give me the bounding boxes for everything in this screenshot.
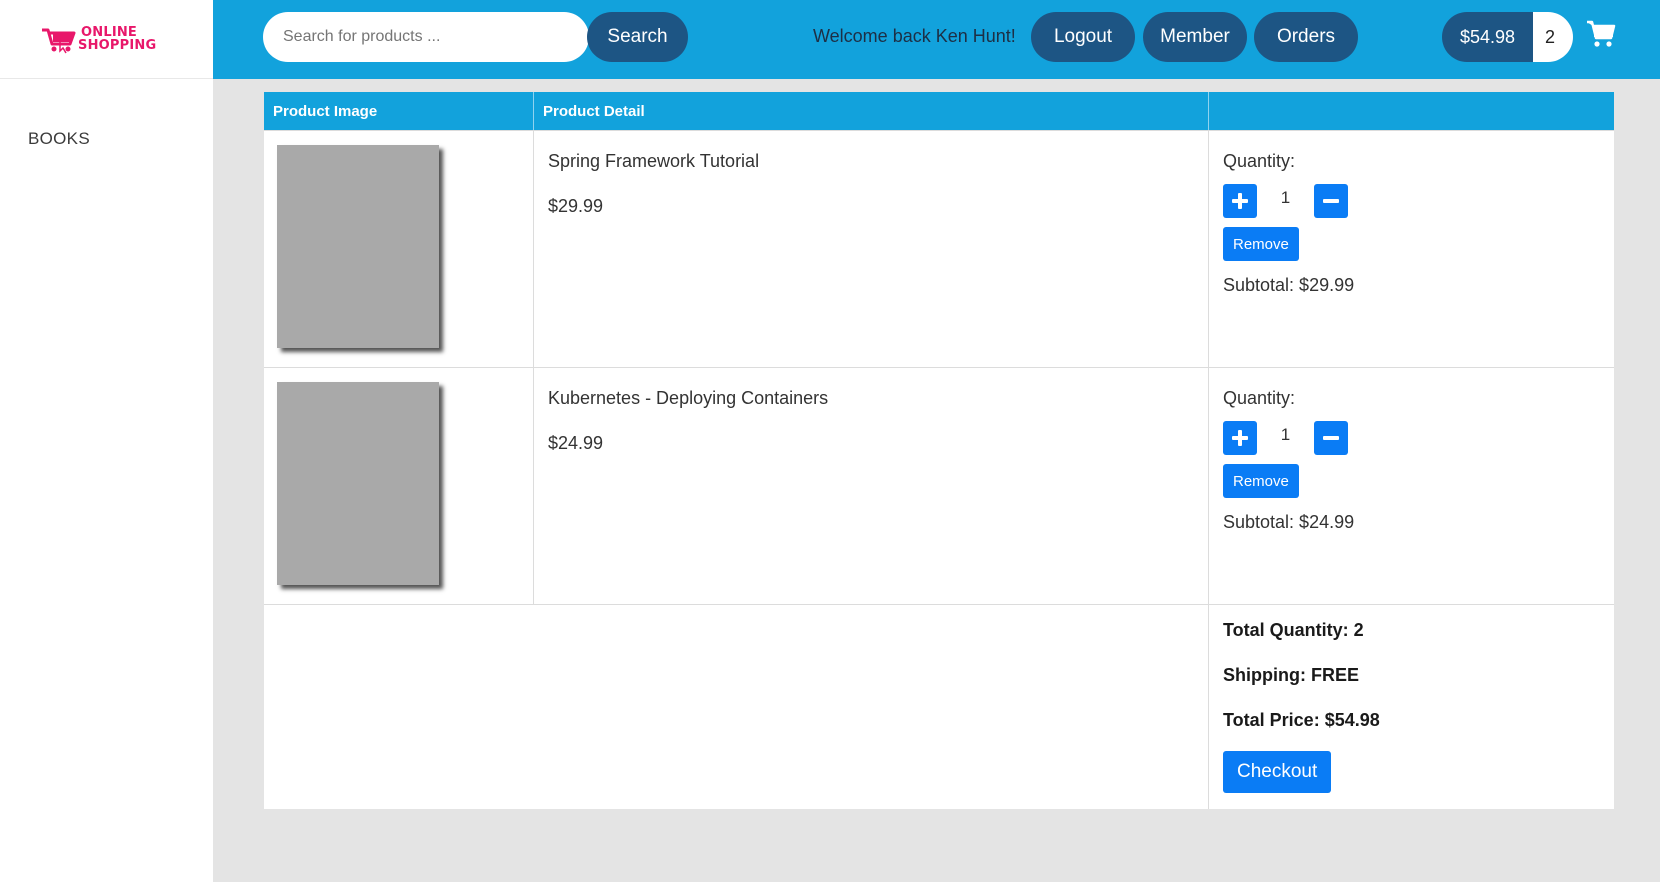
total-price: Total Price: $54.98 (1223, 710, 1380, 730)
quantity-stepper: 1 (1223, 184, 1614, 218)
quantity-label: Quantity: (1223, 388, 1296, 408)
product-price: $24.99 (548, 433, 604, 453)
quantity-value: 1 (1280, 425, 1291, 444)
cart-summary[interactable]: $54.98 2 (1442, 12, 1574, 62)
product-name[interactable]: Spring Framework Tutorial (548, 151, 1208, 172)
product-name[interactable]: Kubernetes - Deploying Containers (548, 388, 1208, 409)
table-row: Kubernetes - Deploying Containers $24.99… (264, 367, 1614, 604)
cart-total: $54.98 (1442, 12, 1534, 62)
quantity-cell: Quantity: 1 Remove Subtotal: $24.99 (1209, 368, 1614, 604)
logo-line2: SHOPPING (78, 38, 157, 53)
cart-table: Product Image Product Detail Spring Fram… (264, 92, 1614, 809)
quantity-cell: Quantity: 1 Remove Subtotal: $29.99 (1209, 131, 1614, 367)
cart-count: 2 (1533, 12, 1574, 62)
increase-quantity-button[interactable] (1223, 421, 1257, 455)
logout-button[interactable]: Logout (1031, 12, 1135, 62)
order-summary: Total Quantity: 2 Shipping: FREE Total P… (1209, 605, 1614, 809)
detail-cell: Spring Framework Tutorial $29.99 (534, 131, 1209, 367)
shopping-cart-logo-icon (42, 28, 76, 54)
detail-cell: Kubernetes - Deploying Containers $24.99 (534, 368, 1209, 604)
increase-quantity-button[interactable] (1223, 184, 1257, 218)
shipping: Shipping: FREE (1223, 665, 1359, 685)
orders-button[interactable]: Orders (1254, 12, 1358, 62)
sidebar-item-books[interactable]: BOOKS (28, 129, 213, 149)
product-image[interactable] (277, 145, 439, 348)
remove-button[interactable]: Remove (1223, 464, 1299, 498)
column-header-actions (1209, 92, 1614, 130)
quantity-value: 1 (1280, 188, 1291, 207)
table-row: Spring Framework Tutorial $29.99 Quantit… (264, 130, 1614, 367)
table-header: Product Image Product Detail (264, 92, 1614, 130)
minus-icon (1323, 436, 1339, 440)
header: Search Welcome back Ken Hunt! Logout Mem… (213, 0, 1660, 79)
side-nav: BOOKS (0, 79, 213, 149)
search-input[interactable] (263, 12, 589, 62)
checkout-button[interactable]: Checkout (1223, 751, 1332, 793)
shopping-cart-icon[interactable] (1586, 20, 1616, 48)
minus-icon (1323, 199, 1339, 203)
summary-row: Total Quantity: 2 Shipping: FREE Total P… (264, 604, 1614, 809)
total-quantity: Total Quantity: 2 (1223, 620, 1364, 640)
logo[interactable]: ONLINE SHOPPING (0, 0, 213, 79)
column-header-image: Product Image (264, 92, 534, 130)
sidebar: ONLINE SHOPPING BOOKS (0, 0, 213, 882)
decrease-quantity-button[interactable] (1314, 184, 1348, 218)
product-image[interactable] (277, 382, 439, 585)
member-button[interactable]: Member (1143, 12, 1247, 62)
quantity-stepper: 1 (1223, 421, 1614, 455)
logo-text: ONLINE SHOPPING (78, 26, 156, 52)
image-cell (264, 368, 534, 604)
subtotal: Subtotal: $24.99 (1223, 512, 1355, 532)
image-cell (264, 131, 534, 367)
decrease-quantity-button[interactable] (1314, 421, 1348, 455)
remove-button[interactable]: Remove (1223, 227, 1299, 261)
column-header-detail: Product Detail (534, 92, 1209, 130)
subtotal: Subtotal: $29.99 (1223, 275, 1355, 295)
summary-spacer (264, 605, 1209, 809)
product-price: $29.99 (548, 196, 604, 216)
quantity-label: Quantity: (1223, 151, 1296, 171)
welcome-message: Welcome back Ken Hunt! (813, 26, 1016, 46)
search-button[interactable]: Search (587, 12, 688, 62)
